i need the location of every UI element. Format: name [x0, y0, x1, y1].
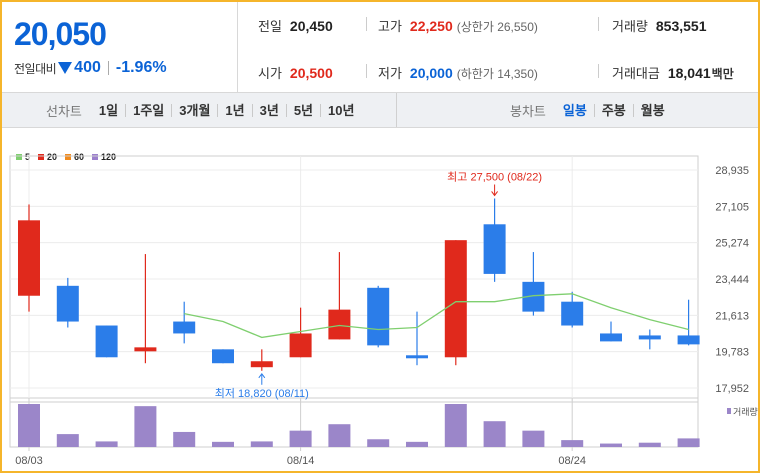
candle-body: [328, 309, 351, 340]
volume-legend-label: 거래량: [733, 406, 758, 417]
candle-body: [600, 333, 622, 342]
volume-bar: [522, 430, 545, 447]
volume-bar: [367, 439, 390, 447]
y-tick-label: 21,613: [715, 310, 749, 322]
volume-area: [9, 397, 699, 448]
candle-body: [250, 361, 273, 368]
candle-body: [95, 325, 118, 358]
low-annotation: 최저 18,820 (08/11): [215, 387, 309, 400]
volume-bar: [638, 442, 661, 447]
volume-bar: [250, 441, 273, 447]
y-tick-label: 19,783: [715, 347, 749, 359]
y-tick-label: 23,444: [715, 274, 749, 286]
high-annotation: 최고 27,500 (08/22): [447, 170, 542, 183]
candle-body: [483, 224, 506, 274]
volume-bar: [95, 441, 118, 447]
x-tick-label: 08/14: [287, 455, 315, 467]
candle-body: [56, 285, 79, 322]
candlestick-chart: 28,935 27,105 25,274 23,444 21,613 19,783 17,9…: [9, 155, 758, 467]
volume-bar: [173, 431, 196, 447]
volume-bar: [600, 443, 622, 447]
y-tick-label: 27,105: [715, 201, 749, 213]
x-tick-label: 08/03: [15, 455, 43, 467]
x-tick-label: 08/24: [558, 455, 586, 467]
volume-bar: [56, 434, 79, 447]
candle-body: [212, 349, 234, 364]
volume-bar: [289, 430, 312, 447]
candle-body: [561, 301, 584, 326]
volume-bar: [483, 421, 506, 447]
volume-bar: [677, 438, 700, 447]
y-tick-label: 17,952: [715, 383, 749, 395]
y-tick-label: 28,935: [715, 165, 749, 177]
volume-bar: [406, 441, 428, 447]
candle-body: [173, 321, 196, 334]
candle-body: [444, 240, 467, 358]
volume-bar: [444, 404, 467, 447]
volume-bar: [134, 406, 157, 447]
candle-body: [289, 333, 312, 358]
candle-body: [134, 347, 157, 352]
volume-legend-swatch: [727, 408, 731, 414]
candle-body: [367, 287, 390, 346]
y-tick-label: 25,274: [715, 238, 749, 250]
candle-body: [18, 220, 40, 296]
volume-bar: [328, 424, 351, 447]
volume-bar: [212, 441, 234, 447]
volume-bar: [18, 404, 40, 447]
candle-body: [406, 355, 428, 359]
candle-body: [677, 335, 700, 345]
candle-body: [638, 335, 661, 340]
volume-bar: [561, 440, 584, 447]
